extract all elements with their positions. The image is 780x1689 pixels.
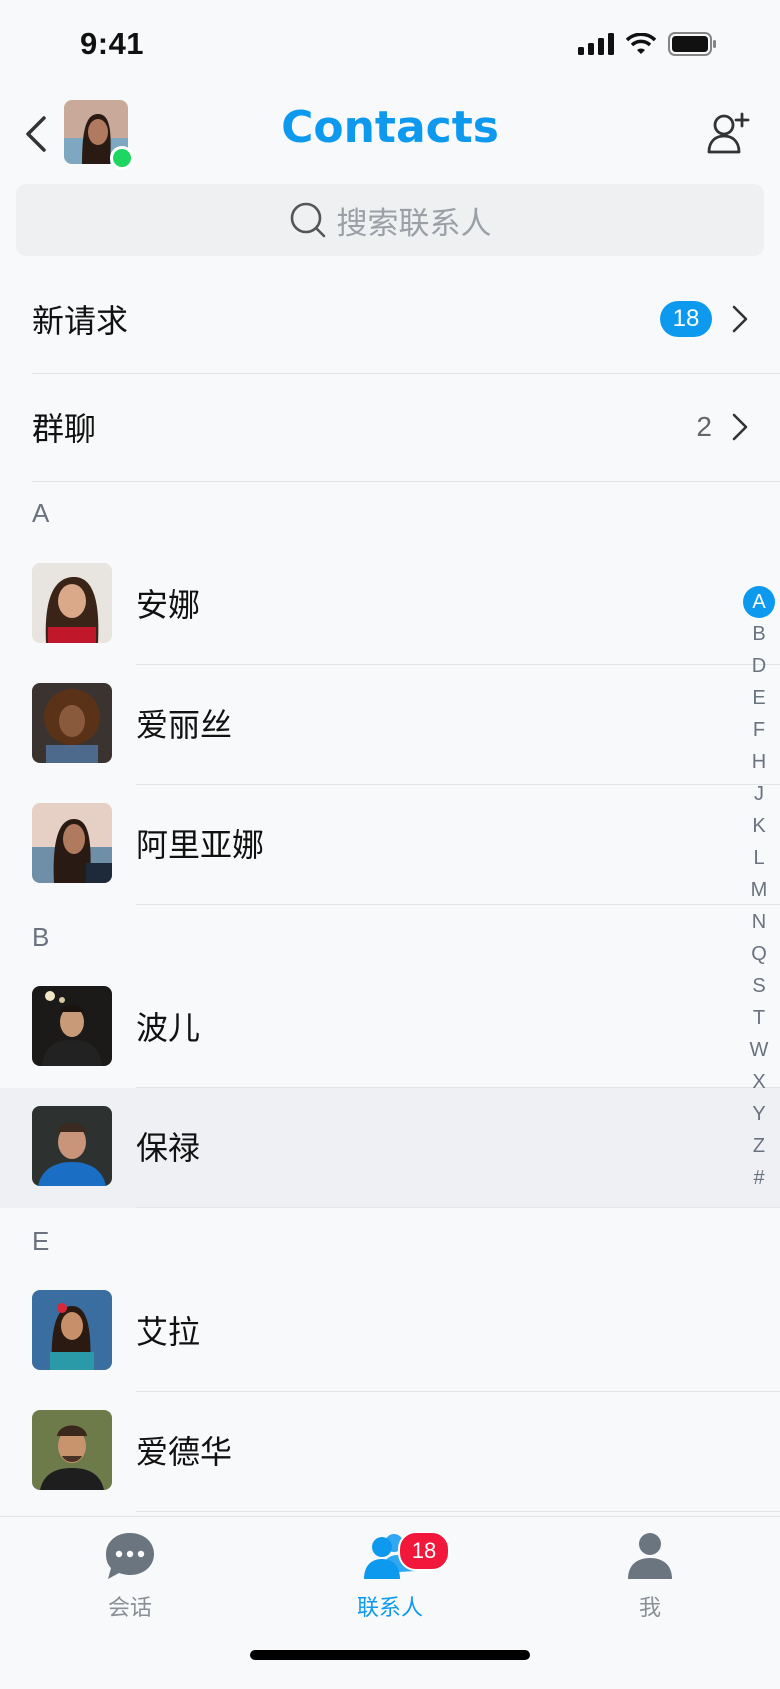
index-letter[interactable]: Z	[753, 1130, 765, 1162]
index-letter[interactable]: N	[752, 906, 766, 938]
tab-label: 我	[638, 1595, 661, 1620]
index-letter[interactable]: F	[753, 714, 765, 746]
chevron-right-icon	[732, 305, 748, 333]
contact-name: 安娜	[136, 587, 201, 623]
contact-row[interactable]: 安娜	[0, 545, 780, 665]
index-letter[interactable]: Y	[752, 1098, 765, 1130]
chat-bubble-icon	[106, 1533, 154, 1579]
section-header-e: E	[32, 1226, 50, 1256]
tab-me[interactable]: 我	[570, 1531, 730, 1622]
contact-name: 阿里亚娜	[136, 827, 265, 863]
contacts-badge: 18	[398, 1531, 450, 1571]
index-letter[interactable]: J	[754, 778, 764, 810]
index-letter[interactable]: S	[752, 970, 765, 1002]
contact-row[interactable]: 阿里亚娜	[0, 785, 780, 905]
index-letter[interactable]: B	[752, 618, 765, 650]
divider	[136, 1207, 780, 1208]
contact-name: 爱丽丝	[136, 707, 233, 743]
avatar	[32, 563, 112, 643]
avatar	[32, 683, 112, 763]
home-indicator	[250, 1650, 530, 1660]
contact-row-selected[interactable]: 保禄	[0, 1088, 780, 1208]
status-time: 9:41	[80, 26, 145, 61]
avatar	[32, 1410, 112, 1490]
section-header-a: A	[32, 498, 50, 528]
index-letter[interactable]: #	[753, 1162, 764, 1194]
contact-row[interactable]: 波儿	[0, 968, 780, 1088]
divider	[136, 1511, 780, 1512]
tab-bar: 会话 联系人 18 我	[0, 1516, 780, 1689]
new-requests-label: 新请求	[32, 303, 129, 339]
avatar	[32, 1106, 112, 1186]
search-bar[interactable]: 搜索联系人	[16, 184, 764, 256]
contact-name: 波儿	[136, 1010, 201, 1046]
section-header-b: B	[32, 922, 50, 952]
chevron-right-icon	[732, 413, 748, 441]
divider	[136, 904, 780, 905]
status-icons	[578, 32, 718, 56]
index-letter[interactable]: D	[752, 650, 766, 682]
index-letter[interactable]: T	[753, 1002, 765, 1034]
index-letter[interactable]: H	[752, 746, 766, 778]
contact-row[interactable]: 爱德华	[0, 1392, 780, 1512]
alphabet-index[interactable]: A B D E F H J K L M N Q S T W X Y Z #	[742, 586, 776, 1194]
contact-row[interactable]: 爱丽丝	[0, 665, 780, 785]
index-letter[interactable]: W	[750, 1034, 769, 1066]
wifi-icon	[626, 33, 656, 54]
index-letter[interactable]: M	[751, 874, 768, 906]
index-letter[interactable]: L	[753, 842, 764, 874]
index-letter[interactable]: E	[752, 682, 765, 714]
index-letter[interactable]: X	[752, 1066, 765, 1098]
new-requests-badge: 18	[660, 301, 712, 337]
contact-row[interactable]: 艾拉	[0, 1272, 780, 1392]
signal-icon	[578, 33, 614, 55]
battery-icon	[668, 32, 716, 56]
tab-label: 联系人	[356, 1595, 423, 1620]
group-chats-row[interactable]: 群聊 2	[32, 373, 780, 482]
avatar	[32, 803, 112, 883]
contact-name: 艾拉	[136, 1314, 201, 1350]
search-placeholder: 搜索联系人	[336, 205, 492, 241]
index-letter[interactable]: K	[752, 810, 765, 842]
avatar	[32, 986, 112, 1066]
search-icon	[290, 202, 325, 238]
tab-contacts[interactable]: 联系人 18	[310, 1531, 470, 1622]
group-chats-count: 2	[696, 411, 712, 442]
new-requests-row[interactable]: 新请求 18	[32, 265, 780, 374]
contact-name: 保禄	[136, 1130, 201, 1166]
tab-label: 会话	[107, 1595, 152, 1620]
add-user-icon	[707, 112, 750, 154]
contact-name: 爱德华	[136, 1434, 233, 1470]
group-chats-label: 群聊	[32, 411, 97, 447]
page-title: Contacts	[281, 102, 499, 153]
add-contact-button[interactable]	[706, 110, 752, 156]
index-letter[interactable]: Q	[751, 938, 767, 970]
tab-chats[interactable]: 会话	[50, 1531, 210, 1622]
person-icon	[628, 1533, 672, 1579]
avatar	[32, 1290, 112, 1370]
index-letter[interactable]: A	[743, 586, 775, 618]
